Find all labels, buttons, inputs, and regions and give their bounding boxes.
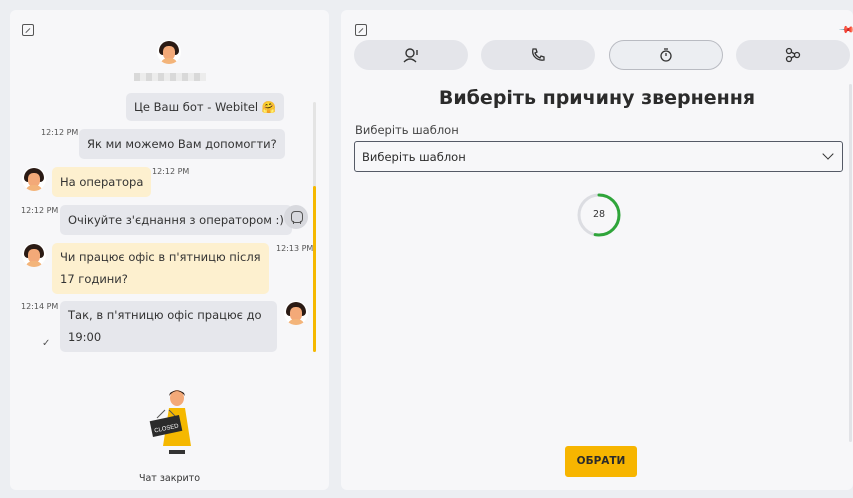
flow-icon <box>785 47 801 63</box>
message-text: Так, в п'ятницю офіс працює до <box>68 308 262 322</box>
template-select-value: Виберіть шаблон <box>362 150 466 164</box>
message-bubble: Чи працює офіс в п'ятницю після 17 годин… <box>52 243 269 294</box>
message-text: Як ми можемо Вам допомогти? <box>87 137 277 151</box>
chat-scrollbar-thumb[interactable] <box>313 186 316 352</box>
message-text: Чи працює офіс в п'ятницю після <box>60 250 261 264</box>
message-time: 12:12 PM <box>21 206 59 215</box>
message-text: 19:00 <box>68 330 102 344</box>
chat-closed-illustration: CLOSED <box>149 390 191 454</box>
expand-icon[interactable] <box>355 24 367 36</box>
bot-avatar-icon <box>284 205 308 229</box>
operator-avatar <box>284 301 308 325</box>
contact-avatar <box>157 40 181 64</box>
phone-icon <box>532 48 545 61</box>
message-time: 12:12 PM <box>152 167 190 176</box>
message-bubble: Так, в п'ятницю офіс працює до 19:00 <box>60 301 277 352</box>
contact-name-blurred <box>134 73 206 81</box>
expand-icon[interactable] <box>22 24 34 36</box>
timer-value: 28 <box>592 209 606 220</box>
message-text: 17 години? <box>60 272 128 286</box>
message-text: Це Ваш бот - Webitel 🤗 <box>134 100 277 114</box>
workspace-scrollbar[interactable] <box>849 84 852 442</box>
message-time: 12:14 PM <box>21 302 59 311</box>
message-bubble: Очікуйте з'єднання з оператором :) <box>60 205 292 235</box>
select-button[interactable]: ОБРАТИ <box>565 446 637 477</box>
message-time: 12:12 PM <box>41 128 79 137</box>
tab-timer[interactable] <box>609 40 723 70</box>
timer-icon <box>660 48 672 62</box>
pin-icon[interactable]: 📌 <box>838 22 853 39</box>
tab-flow[interactable] <box>736 40 850 70</box>
message-text: На оператора <box>60 175 144 189</box>
page-title: Виберіть причину звернення <box>438 87 756 109</box>
user-avatar <box>22 243 46 267</box>
message-text: Очікуйте з'єднання з оператором :) <box>68 213 284 227</box>
workspace-panel: 📌 Виберіть причину звернення Виберіть ша… <box>341 10 853 490</box>
tab-agent[interactable] <box>354 40 468 70</box>
chevron-down-icon <box>822 148 834 160</box>
check-icon: ✓ <box>42 338 51 349</box>
message-bubble: На оператора <box>52 167 152 197</box>
message-time: 12:13 PM <box>276 244 314 253</box>
agent-icon <box>403 48 418 63</box>
message-bubble: Це Ваш бот - Webitel 🤗 <box>126 93 285 121</box>
message-bubble: Як ми можемо Вам допомогти? <box>79 129 285 159</box>
chat-closed-label: Чат закрито <box>138 473 201 484</box>
chat-panel: Це Ваш бот - Webitel 🤗 12:12 PM Як ми мо… <box>10 10 329 490</box>
tab-call[interactable] <box>481 40 595 70</box>
user-avatar <box>22 167 46 191</box>
template-select[interactable]: Виберіть шаблон <box>354 141 843 172</box>
template-label: Виберіть шаблон <box>355 123 459 137</box>
